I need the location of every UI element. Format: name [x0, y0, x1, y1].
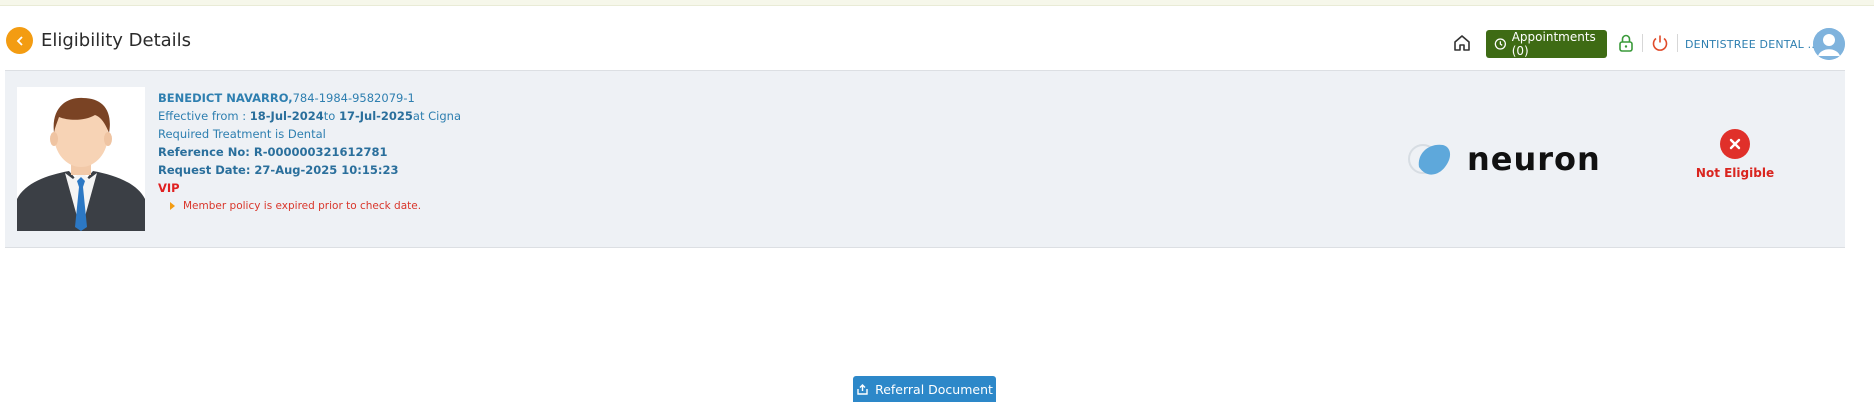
required-treatment: Required Treatment is Dental — [158, 127, 326, 141]
back-button[interactable] — [6, 27, 33, 54]
power-icon — [1652, 35, 1668, 51]
member-avatar-icon — [17, 87, 145, 231]
status-label: Not Eligible — [1695, 166, 1775, 180]
page-header: Eligibility Details Appointments (0) DEN… — [0, 6, 1874, 70]
referral-document-button[interactable]: Referral Document — [853, 376, 996, 402]
provider-logo-text: neuron — [1467, 140, 1601, 178]
chevron-left-icon — [16, 35, 23, 46]
x-circle-icon — [1729, 138, 1741, 150]
appointments-button[interactable]: Appointments (0) — [1486, 30, 1607, 58]
separator — [1677, 34, 1678, 52]
reference-number: Reference No: R-000000321612781 — [158, 145, 388, 159]
neuron-logo-icon — [1408, 144, 1451, 175]
home-button[interactable] — [1451, 32, 1473, 54]
insurer-text: at Cigna — [412, 109, 461, 123]
home-icon — [1454, 35, 1470, 51]
member-name: BENEDICT NAVARRO, — [158, 91, 293, 105]
policy-warning: Member policy is expired prior to check … — [170, 197, 461, 215]
vip-tag: VIP — [158, 181, 180, 195]
member-name-line: BENEDICT NAVARRO,784-1984-9582079-1 — [158, 89, 461, 107]
lock-icon — [1619, 34, 1633, 52]
appointments-label: Appointments (0) — [1511, 30, 1596, 58]
member-panel: BENEDICT NAVARRO,784-1984-9582079-1 Effe… — [5, 70, 1845, 248]
member-info: BENEDICT NAVARRO,784-1984-9582079-1 Effe… — [158, 89, 461, 215]
user-avatar[interactable] — [1813, 28, 1845, 60]
status-badge — [1720, 129, 1750, 159]
clinic-name[interactable]: DENTISTREE DENTAL ... — [1685, 38, 1819, 51]
calendar-icon — [1494, 38, 1506, 50]
page-title: Eligibility Details — [41, 30, 192, 51]
user-avatar-icon — [1813, 28, 1845, 60]
lock-button[interactable] — [1617, 33, 1635, 53]
logout-button[interactable] — [1650, 33, 1670, 53]
member-id: 784-1984-9582079-1 — [292, 91, 415, 105]
caret-right-icon — [170, 202, 175, 210]
provider-logo: neuron — [1405, 135, 1605, 183]
effective-line: Effective from : 18-Jul-2024to 17-Jul-20… — [158, 107, 461, 125]
member-photo — [17, 87, 145, 231]
effective-to: 17-Jul-2025 — [338, 109, 413, 123]
effective-prefix: Effective from : — [158, 109, 250, 123]
policy-warning-text: Member policy is expired prior to check … — [183, 200, 422, 212]
request-date: Request Date: 27-Aug-2025 10:15:23 — [158, 163, 399, 177]
eligibility-status: Not Eligible — [1695, 129, 1775, 180]
effective-from: 18-Jul-2024 — [249, 109, 324, 123]
effective-to-word: to — [323, 109, 339, 123]
upload-icon — [857, 383, 868, 395]
referral-document-label: Referral Document — [875, 381, 993, 397]
separator — [1642, 34, 1643, 52]
